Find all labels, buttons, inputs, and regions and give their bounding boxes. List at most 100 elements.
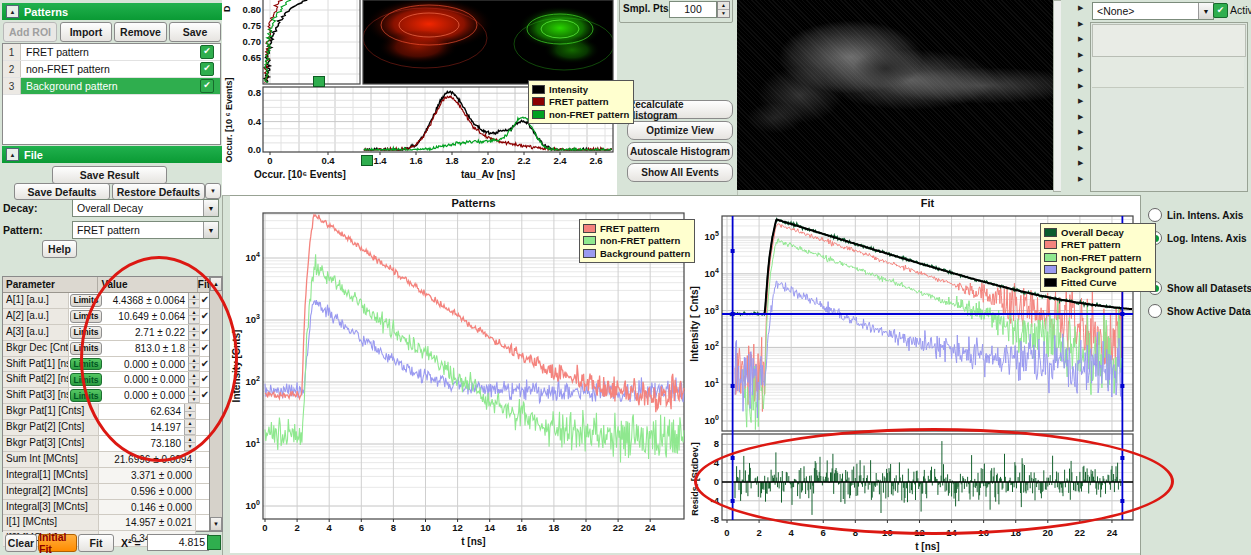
expand-arrow-icon[interactable]: ▶ (1078, 4, 1083, 12)
param-value-field[interactable]: 21.6996 ± 0.0094 (99, 452, 196, 467)
chevron-down-icon[interactable]: ▼ (205, 183, 221, 199)
param-spinner[interactable]: ▲▼ (184, 420, 195, 435)
optimize-view-button[interactable]: Optimize View (627, 121, 733, 140)
param-spinner[interactable]: ▲▼ (188, 357, 199, 372)
overlay-dropdown[interactable]: <None> ▼ (1092, 2, 1214, 20)
chevron-down-icon[interactable]: ▼ (1198, 3, 1213, 19)
dataset-list[interactable] (1090, 22, 1248, 192)
expand-arrow-icon[interactable]: ▶ (1078, 128, 1083, 136)
param-spinner[interactable]: ▲▼ (188, 388, 199, 403)
pattern-list-item[interactable]: 1FRET pattern✔ (3, 44, 220, 61)
show-all-events-button[interactable]: Show All Events (627, 163, 733, 182)
expand-arrow-icon[interactable]: ▶ (1078, 144, 1083, 152)
expand-arrow-icon[interactable]: ▶ (1078, 66, 1083, 74)
expand-arrow-icon[interactable]: ▶ (1078, 82, 1083, 90)
expand-arrow-icon[interactable]: ▶ (1078, 35, 1083, 43)
fit-chart-container[interactable]: 0246810121416182022241001011021031041058… (688, 196, 1140, 553)
plot-drag-handle[interactable] (361, 155, 373, 166)
fit-button[interactable]: Fit (78, 534, 114, 552)
radio-log-intens-axis[interactable]: Log. Intens. Axis (1148, 230, 1247, 246)
clear-button[interactable]: Clear (5, 534, 37, 552)
param-spinner[interactable]: ▲▼ (188, 372, 199, 387)
param-fit-checkbox[interactable] (196, 468, 210, 483)
param-fit-checkbox[interactable] (196, 452, 210, 467)
param-value-field[interactable]: 0.000 ± 0.000▲▼ (103, 388, 200, 403)
collapse-icon[interactable]: ▲ (6, 148, 19, 161)
param-value-field[interactable]: 0.146 ± 0.000 (99, 500, 196, 515)
chevron-down-icon[interactable]: ▼ (203, 222, 218, 238)
active-checkbox[interactable]: ✔ (1213, 3, 1228, 18)
add-roi-button[interactable]: Add ROI (3, 22, 57, 42)
autoscale-histogram-button[interactable]: Autoscale Histogram (627, 142, 733, 161)
plot-drag-handle[interactable] (313, 76, 325, 87)
decay-dropdown[interactable]: Overall Decay ▼ (72, 199, 219, 217)
table-scrollbar[interactable]: ▲ ▼ (209, 276, 223, 532)
param-fit-checkbox[interactable] (196, 484, 210, 499)
param-spinner[interactable]: ▲▼ (184, 436, 195, 451)
expand-arrow-icon[interactable]: ▶ (1078, 175, 1083, 183)
limits-button[interactable]: Limits (70, 326, 102, 339)
param-value-field[interactable]: 2.71 ± 0.22▲▼ (103, 325, 200, 340)
param-spinner[interactable]: ▲▼ (188, 325, 199, 340)
save-defaults-button[interactable]: Save Defaults (14, 183, 110, 200)
collapse-icon[interactable]: ▲ (6, 5, 19, 18)
sample-points-spinner[interactable]: ▲ ▼ (717, 1, 730, 18)
param-spinner[interactable]: ▲▼ (188, 293, 199, 308)
param-value-field[interactable]: 10.649 ± 0.064▲▼ (103, 309, 200, 324)
expand-arrow-icon[interactable]: ▶ (1078, 113, 1083, 121)
dataset-list-row[interactable] (1092, 24, 1246, 57)
resize-handle[interactable] (207, 535, 221, 550)
limits-button[interactable]: Limits (70, 294, 102, 307)
dataset-list-row[interactable] (1092, 57, 1244, 88)
param-value-field[interactable]: 0.596 ± 0.000 (99, 484, 196, 499)
param-value-field[interactable]: 4.4368 ± 0.0064▲▼ (103, 293, 200, 308)
param-value-field[interactable]: 0.000 ± 0.000▲▼ (103, 372, 200, 387)
sample-points-input[interactable]: 100 (669, 1, 717, 18)
param-value-field[interactable]: 14.957 ± 0.021 (99, 515, 196, 530)
patterns-section-header[interactable]: ▲ Patterns (2, 3, 222, 20)
import-button[interactable]: Import (60, 22, 112, 42)
param-value-field[interactable]: 813.0 ± 1.8▲▼ (103, 341, 200, 356)
expand-arrow-icon[interactable]: ▶ (1078, 97, 1083, 105)
param-value-field[interactable]: 3.371 ± 0.000 (99, 468, 196, 483)
restore-defaults-button[interactable]: Restore Defaults (112, 183, 205, 200)
param-fit-checkbox[interactable] (196, 500, 210, 515)
param-spinner[interactable]: ▲▼ (184, 404, 195, 419)
param-fit-checkbox[interactable] (196, 420, 210, 435)
pattern-list-item[interactable]: 2non-FRET pattern✔ (3, 61, 220, 78)
scroll-down-icon[interactable]: ▼ (210, 517, 222, 531)
limits-button[interactable]: Limits (70, 389, 102, 402)
pattern-dropdown[interactable]: FRET pattern ▼ (72, 221, 219, 239)
remove-button[interactable]: Remove (114, 22, 167, 42)
param-spinner[interactable]: ▲▼ (188, 341, 199, 356)
limits-button[interactable]: Limits (70, 310, 102, 323)
param-value-field[interactable]: 62.634▲▼ (99, 404, 196, 419)
limits-button[interactable]: Limits (70, 373, 102, 386)
expand-arrow-icon[interactable]: ▶ (1078, 20, 1083, 28)
scroll-up-icon[interactable]: ▲ (210, 277, 222, 291)
pattern-row-checkbox[interactable]: ✔ (200, 45, 214, 59)
param-spinner[interactable]: ▲▼ (188, 309, 199, 324)
help-button[interactable]: Help (42, 240, 77, 258)
param-value-field[interactable]: 73.180▲▼ (99, 436, 196, 451)
recalculate-histogram-button[interactable]: Recalculate Histogram (627, 100, 733, 119)
tau-histogram-panel[interactable]: 0.800.750.700.650.80.40.000.41.41.61.82.… (222, 0, 618, 196)
pattern-row-checkbox[interactable]: ✔ (200, 62, 214, 76)
param-value-field[interactable]: 0.000 ± 0.000▲▼ (103, 357, 200, 372)
save-result-button[interactable]: Save Result (52, 166, 167, 184)
limits-button[interactable]: Limits (70, 342, 102, 355)
limits-button[interactable]: Limits (70, 358, 102, 371)
param-fit-checkbox[interactable] (196, 436, 210, 451)
chevron-down-icon[interactable]: ▼ (203, 200, 218, 216)
save-button[interactable]: Save (169, 22, 221, 42)
radio-lin-intens-axis[interactable]: Lin. Intens. Axis (1148, 207, 1243, 223)
pattern-row-checkbox[interactable]: ✔ (200, 79, 214, 93)
file-section-header[interactable]: ▲ File (2, 146, 222, 163)
expand-arrow-icon[interactable]: ▶ (1078, 159, 1083, 167)
pattern-list-item[interactable]: 3Background pattern✔ (3, 78, 220, 95)
param-fit-checkbox[interactable] (196, 515, 210, 530)
expand-arrow-icon[interactable]: ▶ (1078, 51, 1083, 59)
radio-show-all-datasets[interactable]: Show all Datasets (1148, 280, 1251, 296)
patterns-chart-container[interactable]: 024681012141618202224100101102103104Patt… (230, 196, 700, 553)
param-fit-checkbox[interactable] (196, 404, 210, 419)
